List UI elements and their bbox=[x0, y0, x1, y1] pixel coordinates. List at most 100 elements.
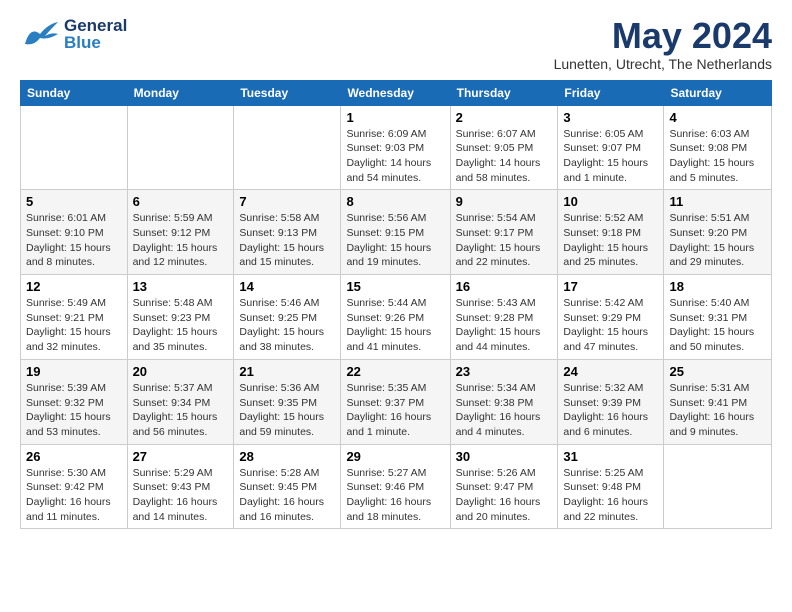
day-info: Sunrise: 5:34 AM Sunset: 9:38 PM Dayligh… bbox=[456, 381, 553, 440]
table-row: 31 Sunrise: 5:25 AM Sunset: 9:48 PM Dayli… bbox=[558, 444, 664, 529]
day-number: 21 bbox=[239, 364, 335, 379]
day-number: 15 bbox=[346, 279, 444, 294]
day-info: Sunrise: 5:37 AM Sunset: 9:34 PM Dayligh… bbox=[133, 381, 229, 440]
calendar-week-row: 5 Sunrise: 6:01 AM Sunset: 9:10 PM Daylig… bbox=[21, 190, 772, 275]
days-header-row: Sunday Monday Tuesday Wednesday Thursday… bbox=[21, 80, 772, 105]
header-sunday: Sunday bbox=[21, 80, 128, 105]
day-number: 31 bbox=[563, 449, 658, 464]
table-row: 25 Sunrise: 5:31 AM Sunset: 9:41 PM Dayli… bbox=[664, 359, 772, 444]
logo-text: General Blue bbox=[64, 17, 127, 51]
day-number: 24 bbox=[563, 364, 658, 379]
calendar-week-row: 1Sunrise: 6:09 AM Sunset: 9:03 PM Daylig… bbox=[21, 105, 772, 190]
table-row: 17 Sunrise: 5:42 AM Sunset: 9:29 PM Dayli… bbox=[558, 275, 664, 360]
header-tuesday: Tuesday bbox=[234, 80, 341, 105]
day-number: 26 bbox=[26, 449, 122, 464]
table-row bbox=[21, 105, 128, 190]
table-row: 29Sunrise: 5:27 AM Sunset: 9:46 PM Dayli… bbox=[341, 444, 450, 529]
day-number: 10 bbox=[563, 194, 658, 209]
header-saturday: Saturday bbox=[664, 80, 772, 105]
table-row: 19Sunrise: 5:39 AM Sunset: 9:32 PM Dayli… bbox=[21, 359, 128, 444]
day-number: 6 bbox=[133, 194, 229, 209]
day-info: Sunrise: 6:05 AM Sunset: 9:07 PM Dayligh… bbox=[563, 127, 658, 186]
day-info: Sunrise: 5:51 AM Sunset: 9:20 PM Dayligh… bbox=[669, 211, 766, 270]
header-wednesday: Wednesday bbox=[341, 80, 450, 105]
day-number: 4 bbox=[669, 110, 766, 125]
table-row: 21 Sunrise: 5:36 AM Sunset: 9:35 PM Dayli… bbox=[234, 359, 341, 444]
day-number: 29 bbox=[346, 449, 444, 464]
day-number: 25 bbox=[669, 364, 766, 379]
day-info: Sunrise: 6:03 AM Sunset: 9:08 PM Dayligh… bbox=[669, 127, 766, 186]
table-row: 11 Sunrise: 5:51 AM Sunset: 9:20 PM Dayli… bbox=[664, 190, 772, 275]
day-info: Sunrise: 5:54 AM Sunset: 9:17 PM Dayligh… bbox=[456, 211, 553, 270]
table-row: 6 Sunrise: 5:59 AM Sunset: 9:12 PM Daylig… bbox=[127, 190, 234, 275]
table-row: 28Sunrise: 5:28 AM Sunset: 9:45 PM Dayli… bbox=[234, 444, 341, 529]
day-number: 20 bbox=[133, 364, 229, 379]
table-row: 12Sunrise: 5:49 AM Sunset: 9:21 PM Dayli… bbox=[21, 275, 128, 360]
day-info: Sunrise: 5:43 AM Sunset: 9:28 PM Dayligh… bbox=[456, 296, 553, 355]
calendar-table: Sunday Monday Tuesday Wednesday Thursday… bbox=[20, 80, 772, 530]
title-block: May 2024 Lunetten, Utrecht, The Netherla… bbox=[554, 16, 772, 72]
day-number: 17 bbox=[563, 279, 658, 294]
header-friday: Friday bbox=[558, 80, 664, 105]
table-row: 23 Sunrise: 5:34 AM Sunset: 9:38 PM Dayli… bbox=[450, 359, 558, 444]
day-info: Sunrise: 6:09 AM Sunset: 9:03 PM Dayligh… bbox=[346, 127, 444, 186]
day-info: Sunrise: 5:29 AM Sunset: 9:43 PM Dayligh… bbox=[133, 466, 229, 525]
day-number: 11 bbox=[669, 194, 766, 209]
header-monday: Monday bbox=[127, 80, 234, 105]
table-row: 2Sunrise: 6:07 AM Sunset: 9:05 PM Daylig… bbox=[450, 105, 558, 190]
day-number: 3 bbox=[563, 110, 658, 125]
day-info: Sunrise: 5:25 AM Sunset: 9:48 PM Dayligh… bbox=[563, 466, 658, 525]
month-title: May 2024 bbox=[554, 16, 772, 56]
page-header: General Blue May 2024 Lunetten, Utrecht,… bbox=[20, 16, 772, 72]
table-row: 1Sunrise: 6:09 AM Sunset: 9:03 PM Daylig… bbox=[341, 105, 450, 190]
day-number: 23 bbox=[456, 364, 553, 379]
table-row: 20 Sunrise: 5:37 AM Sunset: 9:34 PM Dayli… bbox=[127, 359, 234, 444]
logo: General Blue bbox=[20, 16, 127, 52]
table-row: 22 Sunrise: 5:35 AM Sunset: 9:37 PM Dayli… bbox=[341, 359, 450, 444]
logo-general: General bbox=[64, 17, 127, 34]
day-info: Sunrise: 5:42 AM Sunset: 9:29 PM Dayligh… bbox=[563, 296, 658, 355]
table-row: 24 Sunrise: 5:32 AM Sunset: 9:39 PM Dayli… bbox=[558, 359, 664, 444]
day-info: Sunrise: 5:35 AM Sunset: 9:37 PM Dayligh… bbox=[346, 381, 444, 440]
table-row: 10Sunrise: 5:52 AM Sunset: 9:18 PM Dayli… bbox=[558, 190, 664, 275]
day-number: 14 bbox=[239, 279, 335, 294]
day-info: Sunrise: 5:48 AM Sunset: 9:23 PM Dayligh… bbox=[133, 296, 229, 355]
table-row: 16 Sunrise: 5:43 AM Sunset: 9:28 PM Dayli… bbox=[450, 275, 558, 360]
day-info: Sunrise: 5:31 AM Sunset: 9:41 PM Dayligh… bbox=[669, 381, 766, 440]
day-info: Sunrise: 5:32 AM Sunset: 9:39 PM Dayligh… bbox=[563, 381, 658, 440]
location-text: Lunetten, Utrecht, The Netherlands bbox=[554, 56, 772, 72]
day-number: 27 bbox=[133, 449, 229, 464]
day-info: Sunrise: 5:46 AM Sunset: 9:25 PM Dayligh… bbox=[239, 296, 335, 355]
day-number: 8 bbox=[346, 194, 444, 209]
day-info: Sunrise: 5:40 AM Sunset: 9:31 PM Dayligh… bbox=[669, 296, 766, 355]
table-row: 18 Sunrise: 5:40 AM Sunset: 9:31 PM Dayli… bbox=[664, 275, 772, 360]
calendar-week-row: 19Sunrise: 5:39 AM Sunset: 9:32 PM Dayli… bbox=[21, 359, 772, 444]
table-row bbox=[664, 444, 772, 529]
table-row: 3 Sunrise: 6:05 AM Sunset: 9:07 PM Daylig… bbox=[558, 105, 664, 190]
day-info: Sunrise: 5:26 AM Sunset: 9:47 PM Dayligh… bbox=[456, 466, 553, 525]
day-number: 16 bbox=[456, 279, 553, 294]
day-number: 28 bbox=[239, 449, 335, 464]
day-info: Sunrise: 5:49 AM Sunset: 9:21 PM Dayligh… bbox=[26, 296, 122, 355]
day-number: 5 bbox=[26, 194, 122, 209]
table-row: 7Sunrise: 5:58 AM Sunset: 9:13 PM Daylig… bbox=[234, 190, 341, 275]
day-info: Sunrise: 5:58 AM Sunset: 9:13 PM Dayligh… bbox=[239, 211, 335, 270]
day-number: 9 bbox=[456, 194, 553, 209]
table-row: 9 Sunrise: 5:54 AM Sunset: 9:17 PM Daylig… bbox=[450, 190, 558, 275]
table-row: 5 Sunrise: 6:01 AM Sunset: 9:10 PM Daylig… bbox=[21, 190, 128, 275]
day-info: Sunrise: 5:44 AM Sunset: 9:26 PM Dayligh… bbox=[346, 296, 444, 355]
day-info: Sunrise: 6:01 AM Sunset: 9:10 PM Dayligh… bbox=[26, 211, 122, 270]
day-number: 18 bbox=[669, 279, 766, 294]
calendar-week-row: 12Sunrise: 5:49 AM Sunset: 9:21 PM Dayli… bbox=[21, 275, 772, 360]
table-row: 13Sunrise: 5:48 AM Sunset: 9:23 PM Dayli… bbox=[127, 275, 234, 360]
table-row: 27 Sunrise: 5:29 AM Sunset: 9:43 PM Dayli… bbox=[127, 444, 234, 529]
day-info: Sunrise: 5:39 AM Sunset: 9:32 PM Dayligh… bbox=[26, 381, 122, 440]
header-thursday: Thursday bbox=[450, 80, 558, 105]
calendar-week-row: 26Sunrise: 5:30 AM Sunset: 9:42 PM Dayli… bbox=[21, 444, 772, 529]
day-info: Sunrise: 5:36 AM Sunset: 9:35 PM Dayligh… bbox=[239, 381, 335, 440]
day-number: 22 bbox=[346, 364, 444, 379]
table-row bbox=[127, 105, 234, 190]
day-number: 2 bbox=[456, 110, 553, 125]
day-info: Sunrise: 5:59 AM Sunset: 9:12 PM Dayligh… bbox=[133, 211, 229, 270]
table-row: 26Sunrise: 5:30 AM Sunset: 9:42 PM Dayli… bbox=[21, 444, 128, 529]
